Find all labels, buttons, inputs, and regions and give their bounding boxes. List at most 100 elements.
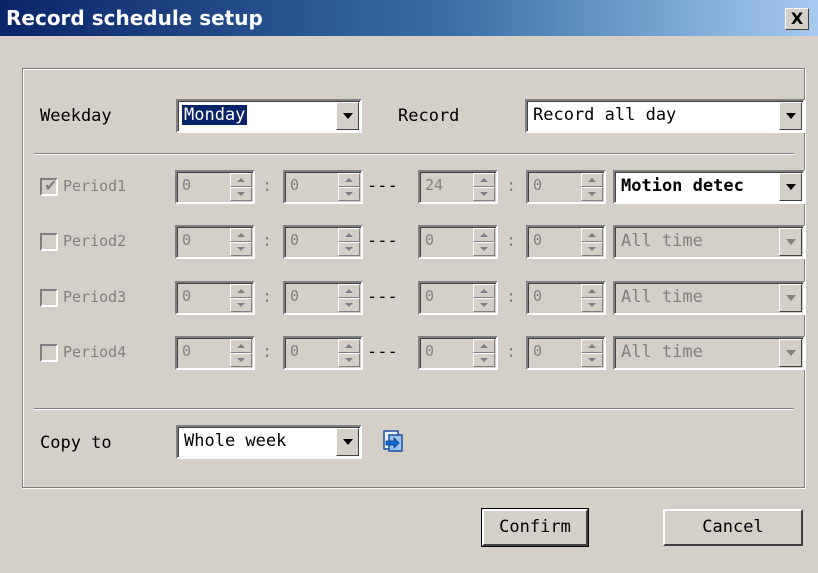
confirm-button[interactable]: Confirm — [481, 508, 589, 547]
copy-to-select[interactable]: Whole week — [176, 425, 362, 459]
spin-buttons[interactable] — [230, 339, 252, 367]
spin-down-icon[interactable] — [581, 242, 603, 256]
end-minute-spinner[interactable]: 0 — [526, 225, 606, 259]
window-title: Record schedule setup — [6, 6, 263, 30]
start-hour-spinner[interactable]: 0 — [175, 336, 255, 370]
spin-buttons[interactable] — [473, 284, 495, 312]
spin-buttons[interactable] — [581, 173, 603, 201]
weekday-select[interactable]: Monday — [176, 99, 362, 133]
spin-buttons[interactable] — [581, 284, 603, 312]
cancel-button[interactable]: Cancel — [663, 509, 803, 546]
spin-up-icon[interactable] — [581, 173, 603, 187]
period-checkbox[interactable]: ✔ — [40, 176, 58, 196]
end-minute-spinner[interactable]: 0 — [526, 281, 606, 315]
period-checkbox[interactable] — [40, 289, 58, 307]
record-mode-select[interactable]: Motion detec — [613, 170, 805, 204]
start-minute-spinner[interactable]: 0 — [283, 170, 363, 204]
record-mode-select[interactable]: All time — [613, 225, 805, 259]
separator-top — [34, 153, 794, 155]
spin-down-icon[interactable] — [473, 353, 495, 367]
chevron-down-icon[interactable] — [336, 102, 359, 130]
spin-buttons[interactable] — [230, 284, 252, 312]
spin-up-icon[interactable] — [230, 284, 252, 298]
start-hour-spinner-value: 0 — [182, 287, 192, 305]
start-minute-spinner[interactable]: 0 — [283, 281, 363, 315]
spin-up-icon[interactable] — [230, 173, 252, 187]
record-label: Record — [398, 106, 460, 126]
spin-down-icon[interactable] — [473, 242, 495, 256]
spin-buttons[interactable] — [338, 228, 360, 256]
chevron-down-icon[interactable] — [336, 428, 359, 456]
spin-buttons[interactable] — [230, 228, 252, 256]
spin-buttons[interactable] — [230, 173, 252, 201]
spin-up-icon[interactable] — [473, 228, 495, 242]
spin-down-icon[interactable] — [581, 353, 603, 367]
end-hour-spinner[interactable]: 0 — [418, 281, 498, 315]
copy-apply-icon[interactable] — [381, 429, 405, 453]
spin-up-icon[interactable] — [473, 173, 495, 187]
time-colon: : — [262, 342, 273, 362]
spin-up-icon[interactable] — [581, 228, 603, 242]
spin-down-icon[interactable] — [230, 242, 252, 256]
spin-down-icon[interactable] — [230, 187, 252, 201]
spin-down-icon[interactable] — [581, 187, 603, 201]
spin-up-icon[interactable] — [338, 339, 360, 353]
spin-up-icon[interactable] — [338, 284, 360, 298]
spin-up-icon[interactable] — [338, 173, 360, 187]
spin-up-icon[interactable] — [581, 339, 603, 353]
record-mode-select[interactable]: All time — [613, 336, 805, 370]
start-hour-spinner[interactable]: 0 — [175, 170, 255, 204]
spin-buttons[interactable] — [338, 339, 360, 367]
chevron-down-icon[interactable] — [779, 228, 802, 256]
spin-down-icon[interactable] — [338, 242, 360, 256]
period-checkbox[interactable] — [40, 344, 58, 362]
time-colon: : — [506, 287, 517, 307]
record-mode-value: All time — [621, 231, 703, 251]
start-minute-spinner[interactable]: 0 — [283, 225, 363, 259]
spin-down-icon[interactable] — [230, 353, 252, 367]
spin-buttons[interactable] — [581, 228, 603, 256]
end-hour-spinner[interactable]: 24 — [418, 170, 498, 204]
spin-buttons[interactable] — [473, 339, 495, 367]
end-hour-spinner[interactable]: 0 — [418, 336, 498, 370]
spin-up-icon[interactable] — [338, 228, 360, 242]
start-minute-spinner[interactable]: 0 — [283, 336, 363, 370]
spin-buttons[interactable] — [338, 284, 360, 312]
spin-up-icon[interactable] — [230, 228, 252, 242]
record-value: Record all day — [533, 105, 677, 125]
spin-down-icon[interactable] — [338, 298, 360, 312]
end-minute-spinner[interactable]: 0 — [526, 170, 606, 204]
spin-buttons[interactable] — [338, 173, 360, 201]
spin-up-icon[interactable] — [473, 284, 495, 298]
spin-buttons[interactable] — [581, 339, 603, 367]
spin-down-icon[interactable] — [338, 187, 360, 201]
spin-up-icon[interactable] — [581, 284, 603, 298]
end-minute-spinner[interactable]: 0 — [526, 336, 606, 370]
spin-up-icon[interactable] — [473, 339, 495, 353]
chevron-down-icon[interactable] — [779, 102, 802, 130]
record-select[interactable]: Record all day — [525, 99, 805, 133]
period-checkbox[interactable] — [40, 233, 58, 251]
time-colon: : — [506, 231, 517, 251]
spin-down-icon[interactable] — [338, 353, 360, 367]
record-mode-value: Motion detec — [621, 176, 744, 196]
spin-buttons[interactable] — [473, 173, 495, 201]
spin-down-icon[interactable] — [473, 187, 495, 201]
chevron-down-icon[interactable] — [779, 284, 802, 312]
end-hour-spinner[interactable]: 0 — [418, 225, 498, 259]
spin-down-icon[interactable] — [581, 298, 603, 312]
chevron-down-icon[interactable] — [779, 173, 802, 201]
start-hour-spinner[interactable]: 0 — [175, 281, 255, 315]
spin-up-icon[interactable] — [230, 339, 252, 353]
start-hour-spinner[interactable]: 0 — [175, 225, 255, 259]
close-button[interactable]: X — [785, 8, 809, 30]
spin-buttons[interactable] — [473, 228, 495, 256]
time-colon: : — [262, 176, 273, 196]
chevron-down-icon[interactable] — [779, 339, 802, 367]
record-mode-value: All time — [621, 287, 703, 307]
record-mode-select[interactable]: All time — [613, 281, 805, 315]
spin-down-icon[interactable] — [473, 298, 495, 312]
period-label: Period4 — [63, 343, 127, 361]
end-minute-spinner-value: 0 — [533, 287, 543, 305]
spin-down-icon[interactable] — [230, 298, 252, 312]
